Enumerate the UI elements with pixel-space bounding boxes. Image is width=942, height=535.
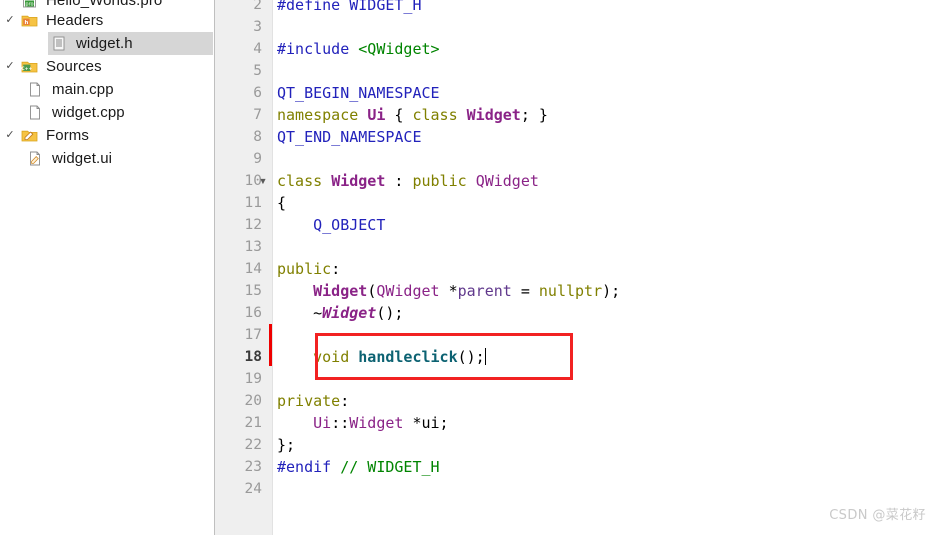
- tree-item-sources[interactable]: ✓ C++ Sources: [0, 55, 214, 78]
- code-line-12[interactable]: Q_OBJECT: [273, 214, 385, 236]
- line-number: 19: [244, 371, 262, 387]
- code-line-13[interactable]: [273, 236, 277, 258]
- line-number: 16: [244, 305, 262, 321]
- folder-sources-icon: C++: [18, 59, 40, 74]
- code-text-area[interactable]: #define WIDGET_H #include <QWidget> QT_B…: [273, 0, 942, 535]
- tree-item-label: widget.cpp: [52, 103, 125, 121]
- tree-item-label: Hello_Worlds.pro: [46, 0, 163, 9]
- code-line-20[interactable]: private:: [273, 390, 349, 412]
- line-number: 21: [244, 415, 262, 431]
- line-number: 11: [244, 195, 262, 211]
- line-number-gutter: 2 3 4 5 6 7 8 9 10 ▼ 11 12 13 14 15 16 1…: [215, 0, 272, 535]
- line-number: 24: [244, 481, 262, 497]
- expander-check-icon[interactable]: ✓: [2, 14, 18, 26]
- fold-toggle-icon[interactable]: ▼: [257, 170, 269, 192]
- line-number: 3: [253, 19, 262, 35]
- line-number: 22: [244, 437, 262, 453]
- code-line-11[interactable]: {: [273, 192, 286, 214]
- code-line-22[interactable]: };: [273, 434, 295, 456]
- code-line-19[interactable]: [273, 368, 277, 390]
- line-number: 15: [244, 283, 262, 299]
- line-number: 5: [253, 63, 262, 79]
- code-line-6[interactable]: QT_BEGIN_NAMESPACE: [273, 82, 440, 104]
- code-line-2[interactable]: #define WIDGET_H: [273, 0, 422, 16]
- line-number: 7: [253, 107, 262, 123]
- code-line-8[interactable]: QT_END_NAMESPACE: [273, 126, 422, 148]
- line-number: 23: [244, 459, 262, 475]
- tree-item-label: Headers: [46, 11, 104, 29]
- line-number: 13: [244, 239, 262, 255]
- cpp-file-icon: [24, 82, 46, 97]
- expander-check-icon[interactable]: ✓: [2, 60, 18, 72]
- svg-text:pro: pro: [25, 1, 33, 7]
- line-number: 14: [244, 261, 262, 277]
- expander-check-icon[interactable]: ✓: [2, 129, 18, 141]
- line-number: 17: [244, 327, 262, 343]
- svg-text:h: h: [24, 20, 28, 26]
- line-number: 20: [244, 393, 262, 409]
- pro-file-icon: pro: [18, 0, 40, 8]
- line-number: 2: [253, 0, 262, 13]
- line-number: 6: [253, 85, 262, 101]
- line-number: 12: [244, 217, 262, 233]
- csdn-watermark: CSDN @菜花籽: [829, 508, 926, 523]
- tree-item-widget-h[interactable]: widget.h: [48, 32, 213, 55]
- tree-item-label: widget.h: [76, 34, 133, 52]
- tree-item-forms[interactable]: ✓ Forms: [0, 124, 214, 147]
- code-line-16[interactable]: ~Widget();: [273, 302, 403, 324]
- qt-creator-window: pro Hello_Worlds.pro ✓ h Headers widget.…: [0, 0, 942, 535]
- code-line-14[interactable]: public:: [273, 258, 340, 280]
- code-editor[interactable]: 2 3 4 5 6 7 8 9 10 ▼ 11 12 13 14 15 16 1…: [215, 0, 942, 535]
- tree-item-label: Forms: [46, 126, 89, 144]
- code-line-21[interactable]: Ui::Widget *ui;: [273, 412, 448, 434]
- header-file-icon: [48, 36, 70, 51]
- line-number: 8: [253, 129, 262, 145]
- tree-item-label: Sources: [46, 57, 102, 75]
- tree-item-headers[interactable]: ✓ h Headers: [0, 9, 214, 32]
- code-line-4[interactable]: #include <QWidget>: [273, 38, 440, 60]
- folder-headers-icon: h: [18, 13, 40, 28]
- line-number: 9: [253, 151, 262, 167]
- code-line-24[interactable]: [273, 478, 277, 500]
- folder-forms-icon: [18, 128, 40, 143]
- line-number-current: 18: [244, 349, 262, 365]
- text-caret: [484, 348, 486, 365]
- code-line-15[interactable]: Widget(QWidget *parent = nullptr);: [273, 280, 620, 302]
- code-line-23[interactable]: #endif // WIDGET_H: [273, 456, 440, 478]
- ui-file-icon: [24, 151, 46, 166]
- code-line-17[interactable]: [273, 324, 277, 346]
- tree-item-widget-ui[interactable]: widget.ui: [0, 147, 214, 170]
- code-line-7[interactable]: namespace Ui { class Widget; }: [273, 104, 548, 126]
- code-line-3[interactable]: [273, 16, 277, 38]
- line-number: 4: [253, 41, 262, 57]
- project-tree-panel[interactable]: pro Hello_Worlds.pro ✓ h Headers widget.…: [0, 0, 215, 535]
- tree-item-widget-cpp[interactable]: widget.cpp: [0, 101, 214, 124]
- code-line-9[interactable]: [273, 148, 277, 170]
- code-line-5[interactable]: [273, 60, 277, 82]
- modified-lines-marker: [269, 324, 272, 366]
- code-line-18[interactable]: void handleclick();: [273, 346, 486, 368]
- svg-text:C++: C++: [21, 66, 32, 72]
- code-line-10[interactable]: class Widget : public QWidget: [273, 170, 539, 192]
- tree-item-label: widget.ui: [52, 149, 113, 167]
- tree-item-label: main.cpp: [52, 80, 114, 98]
- cpp-file-icon: [24, 105, 46, 120]
- tree-item-main-cpp[interactable]: main.cpp: [0, 78, 214, 101]
